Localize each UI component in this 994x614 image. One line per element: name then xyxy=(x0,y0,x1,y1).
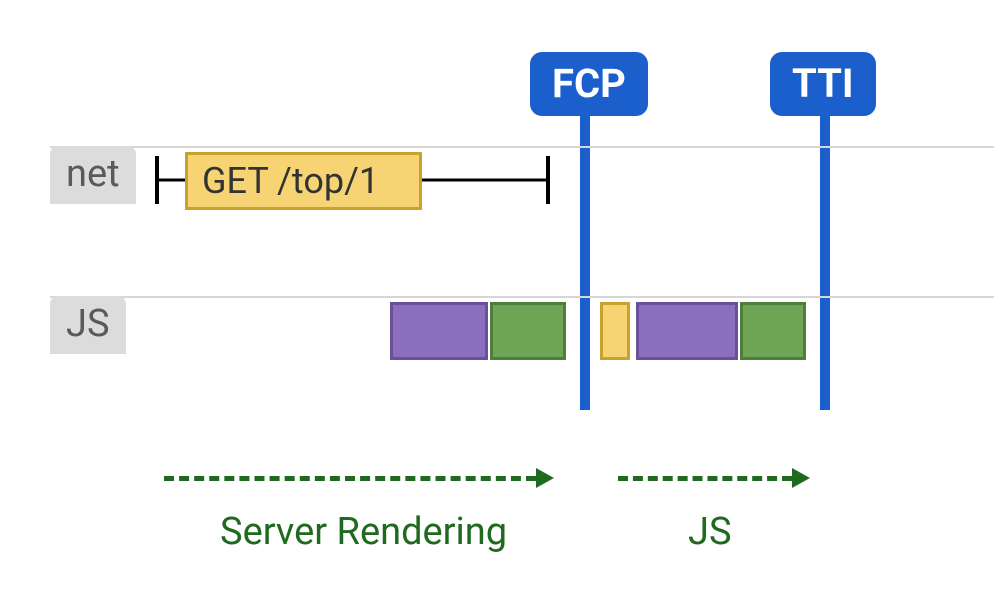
fcp-badge: FCP xyxy=(530,52,648,116)
js-task-purple-2 xyxy=(636,302,738,360)
net-row-label: net xyxy=(50,146,136,204)
js-task-green-2 xyxy=(740,302,806,360)
js-phase-arrow xyxy=(618,468,810,488)
js-task-green-1 xyxy=(490,302,566,360)
arrow-head-icon xyxy=(792,468,810,488)
net-span-end-tick xyxy=(546,156,550,204)
arrow-dash-line xyxy=(618,476,792,481)
js-task-purple-1 xyxy=(390,302,488,360)
get-request-box: GET /top/1 xyxy=(185,152,422,210)
arrow-dash-line xyxy=(164,476,536,481)
js-task-yellow xyxy=(600,302,630,360)
js-row-baseline xyxy=(50,296,994,298)
net-span-start-tick xyxy=(155,156,159,204)
server-rendering-label: Server Rendering xyxy=(220,510,507,554)
fcp-marker-line xyxy=(580,115,590,410)
tti-marker-line xyxy=(820,115,830,410)
net-row-baseline xyxy=(50,146,994,148)
tti-badge: TTI xyxy=(770,52,876,116)
server-rendering-arrow xyxy=(164,468,554,488)
arrow-head-icon xyxy=(536,468,554,488)
js-phase-label: JS xyxy=(688,510,732,554)
js-row-label: JS xyxy=(50,296,126,354)
